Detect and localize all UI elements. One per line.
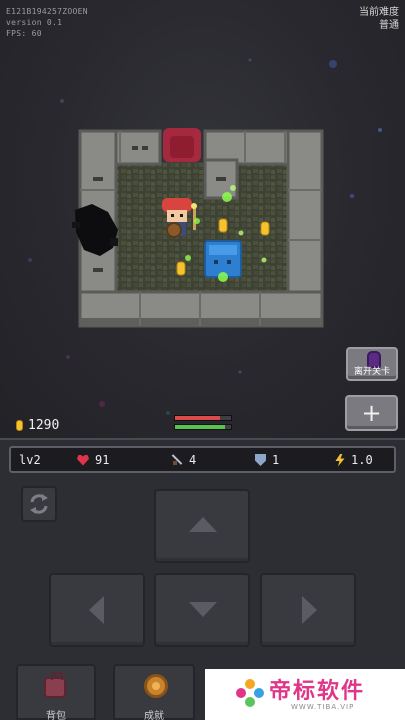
leave-level-label: 离开关卡 — [353, 367, 390, 377]
lightning-icon — [335, 453, 345, 467]
watermark: 帝标软件 WWW.TIBA.VIP — [205, 669, 405, 720]
red-portal-blob — [163, 128, 201, 162]
backpack-button[interactable]: 背包 — [16, 664, 96, 720]
achievements-button[interactable]: 成就 — [113, 664, 195, 720]
dpad-down-button[interactable] — [154, 573, 250, 647]
attack-value: 4 — [189, 453, 197, 467]
watermark-url: WWW.TIBA.VIP — [291, 703, 355, 711]
hp-value: 91 — [95, 453, 110, 467]
plus-icon: + — [361, 399, 382, 427]
sword-icon — [171, 454, 183, 466]
level-value: lv2 — [19, 453, 41, 467]
arrow-left-icon — [89, 596, 104, 624]
shield-icon — [255, 454, 266, 466]
arrow-up-icon — [189, 517, 217, 532]
dungeon-scene — [28, 58, 382, 415]
swap-weapon-button[interactable] — [21, 486, 57, 522]
energy-bar — [174, 424, 232, 430]
medal-icon — [144, 674, 168, 698]
stat-level: lv2 — [19, 453, 41, 467]
heart-icon — [77, 454, 89, 466]
game-viewport: E121B194257ZOOEN version 0.1 FPS: 60 当前难… — [0, 0, 405, 438]
coin-icon — [16, 420, 23, 431]
leave-level-button[interactable]: 离开关卡 — [346, 347, 398, 381]
arrow-right-icon — [302, 596, 317, 624]
dpad-right-button[interactable] — [260, 573, 356, 647]
backpack-label: 背包 — [46, 711, 66, 720]
health-bar — [174, 415, 232, 421]
stat-hp: 91 — [77, 453, 109, 467]
speed-value: 1.0 — [351, 453, 373, 467]
gold-amount: 1290 — [28, 418, 60, 433]
brand-logo-icon — [236, 679, 264, 707]
achievements-label: 成就 — [144, 711, 164, 720]
dpad-left-button[interactable] — [49, 573, 145, 647]
add-button[interactable]: + — [345, 395, 398, 431]
stat-attack: 4 — [171, 453, 196, 467]
gold-counter: 1290 — [16, 418, 59, 433]
dpad-up-button[interactable] — [154, 489, 250, 563]
watermark-brand: 帝标软件 — [269, 679, 366, 704]
blue-slime-enemy — [204, 240, 242, 278]
stat-speed: 1.0 — [335, 453, 373, 467]
defense-value: 1 — [272, 453, 280, 467]
stat-defense: 1 — [255, 453, 279, 467]
arrow-down-icon — [189, 602, 217, 617]
backpack-icon — [44, 672, 66, 698]
energy-bar-fill — [175, 425, 226, 429]
health-bar-fill — [175, 416, 220, 420]
refresh-icon — [30, 494, 48, 514]
stats-bar: lv2 91 4 1 1.0 — [9, 446, 396, 473]
